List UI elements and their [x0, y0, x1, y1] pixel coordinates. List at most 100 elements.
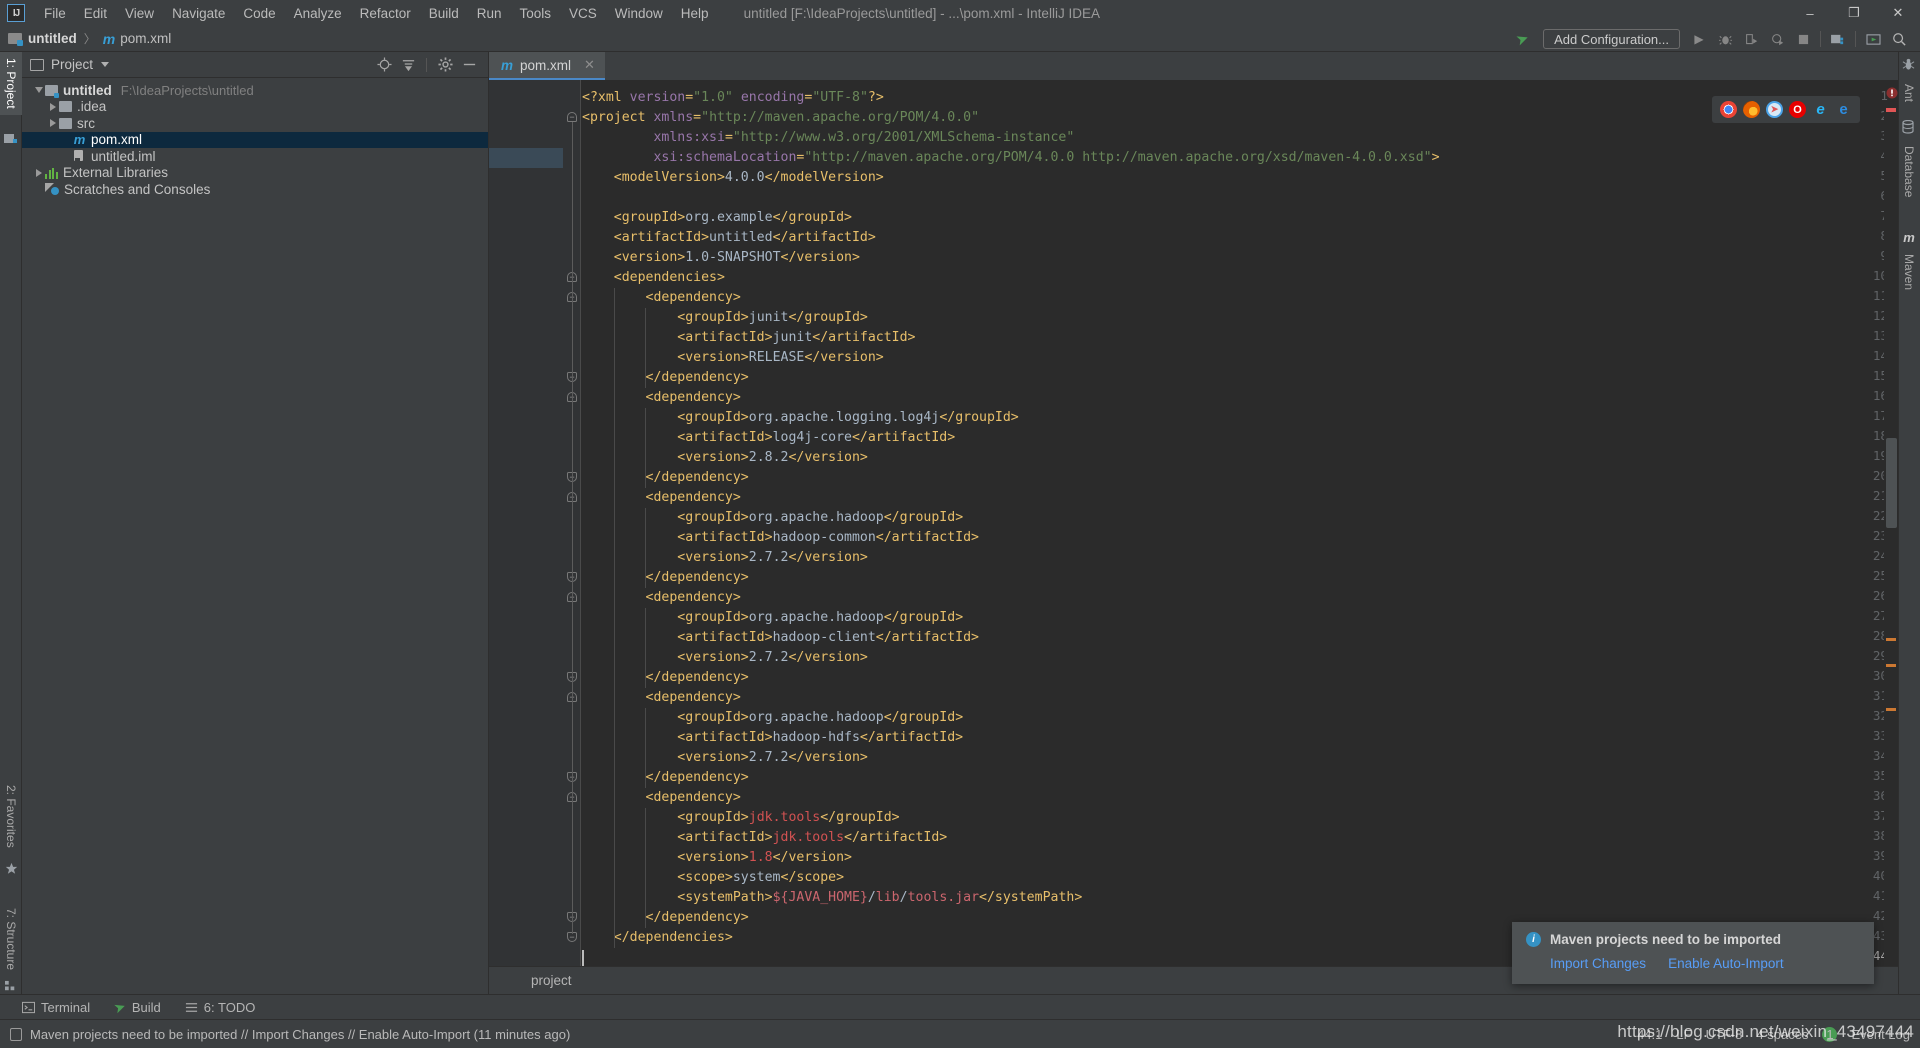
- code-line: <?xml version="1.0" encoding="UTF-8"?>: [582, 88, 884, 108]
- bottom-tab-todo[interactable]: 6: TODO: [173, 998, 268, 1017]
- bottom-tab-terminal[interactable]: Terminal: [10, 998, 102, 1017]
- hide-icon[interactable]: [458, 54, 480, 76]
- firefox-icon[interactable]: [1743, 101, 1760, 118]
- import-changes-link[interactable]: Import Changes: [1550, 956, 1646, 971]
- menu-item-refactor[interactable]: Refactor: [351, 3, 420, 24]
- error-marker-gutter[interactable]: [1884, 108, 1898, 994]
- collapse-all-icon[interactable]: [397, 54, 419, 76]
- fold-connector: [571, 402, 573, 474]
- breadcrumb-file[interactable]: pom.xml: [120, 31, 171, 46]
- window-title: untitled [F:\IdeaProjects\untitled] - ..…: [743, 5, 1100, 21]
- sidebar-tab-project[interactable]: 1: Project: [0, 52, 22, 115]
- fold-collapse-icon[interactable]: −: [567, 112, 577, 122]
- indent-setting[interactable]: 4 spaces: [1756, 1027, 1808, 1042]
- code-editor[interactable]: −−−−−−−−−−−−−−− 123456789101112131415161…: [489, 80, 1898, 994]
- edge-icon[interactable]: e: [1835, 101, 1852, 118]
- menu-item-build[interactable]: Build: [420, 3, 468, 24]
- caret-position[interactable]: 44:1: [1637, 1027, 1662, 1042]
- close-icon[interactable]: ✕: [584, 57, 595, 73]
- sidebar-tab-maven[interactable]: Maven: [1898, 248, 1920, 296]
- minimize-button[interactable]: –: [1788, 0, 1832, 26]
- code-token: log4j-core: [772, 430, 852, 445]
- stop-icon[interactable]: [1790, 28, 1816, 50]
- right-tool-window-bar: Ant Database m Maven: [1898, 52, 1920, 994]
- tree-item[interactable]: src: [22, 115, 488, 132]
- menu-item-help[interactable]: Help: [672, 3, 718, 24]
- menu-item-run[interactable]: Run: [468, 3, 511, 24]
- enable-auto-import-link[interactable]: Enable Auto-Import: [1668, 956, 1784, 971]
- indent-guide: [645, 708, 647, 788]
- error-indicator-icon: [1886, 86, 1898, 99]
- add-configuration-button[interactable]: Add Configuration...: [1543, 29, 1680, 49]
- code-token: "UTF-8": [812, 90, 868, 105]
- menu-item-edit[interactable]: Edit: [75, 3, 116, 24]
- code-token: </artifactId>: [844, 830, 948, 845]
- chrome-icon[interactable]: [1720, 101, 1737, 118]
- menu-item-tools[interactable]: Tools: [511, 3, 561, 24]
- maximize-button[interactable]: ❐: [1832, 0, 1876, 26]
- tree-item[interactable]: untitled.iml: [22, 148, 488, 165]
- sidebar-tab-database[interactable]: Database: [1898, 140, 1920, 203]
- safari-icon[interactable]: ➤: [1766, 101, 1783, 118]
- file-encoding[interactable]: UTF-8: [1706, 1027, 1743, 1042]
- tree-item[interactable]: Scratches and Consoles: [22, 181, 488, 198]
- update-project-icon[interactable]: [1860, 28, 1886, 50]
- run-icon[interactable]: ▶: [1686, 28, 1712, 50]
- sidebar-tab-ant[interactable]: Ant: [1898, 78, 1920, 108]
- warning-marker[interactable]: [1886, 708, 1896, 711]
- sidebar-tab-favorites[interactable]: 2: Favorites: [0, 779, 22, 854]
- editor-tab-pom-xml[interactable]: m pom.xml ✕: [489, 52, 605, 80]
- tree-item[interactable]: External Libraries: [22, 165, 488, 182]
- status-message-group[interactable]: Maven projects need to be imported // Im…: [10, 1027, 570, 1042]
- debug-icon[interactable]: [1712, 28, 1738, 50]
- menu-item-vcs[interactable]: VCS: [560, 3, 606, 24]
- menu-item-navigate[interactable]: Navigate: [163, 3, 234, 24]
- close-button[interactable]: ✕: [1876, 0, 1920, 26]
- breadcrumb-project[interactable]: untitled: [28, 31, 77, 46]
- code-token: </dependency>: [645, 770, 749, 785]
- menu-item-analyze[interactable]: Analyze: [285, 3, 351, 24]
- tree-item[interactable]: .idea: [22, 99, 488, 116]
- build-hammer-icon[interactable]: ➤: [1504, 25, 1539, 52]
- code-line: <dependency>: [582, 588, 741, 608]
- warning-marker[interactable]: [1886, 638, 1896, 641]
- menu-item-view[interactable]: View: [116, 3, 163, 24]
- internet-explorer-icon[interactable]: e: [1812, 101, 1829, 118]
- run-with-coverage-icon[interactable]: [1738, 28, 1764, 50]
- code-token: </dependencies>: [613, 930, 733, 945]
- chevron-right-icon[interactable]: [46, 119, 59, 128]
- chevron-right-icon[interactable]: [32, 168, 45, 177]
- database-icon: [1902, 119, 1916, 134]
- tree-item-selected[interactable]: m pom.xml: [22, 131, 488, 148]
- event-log-button[interactable]: Event Log: [1851, 1027, 1910, 1042]
- breadcrumb-element[interactable]: project: [531, 973, 572, 988]
- chevron-right-icon[interactable]: [46, 102, 59, 111]
- code-token: <version>: [677, 750, 749, 765]
- tree-item[interactable]: untitled F:\IdeaProjects\untitled: [22, 82, 488, 99]
- error-marker[interactable]: [1886, 108, 1896, 112]
- profile-icon[interactable]: [1764, 28, 1790, 50]
- line-separator[interactable]: LF: [1676, 1027, 1691, 1042]
- opera-icon[interactable]: O: [1789, 101, 1806, 118]
- status-bar: Maven projects need to be imported // Im…: [0, 1019, 1920, 1048]
- locate-icon[interactable]: [373, 54, 395, 76]
- menu-item-file[interactable]: File: [35, 3, 75, 24]
- code-token: </groupId>: [883, 610, 964, 625]
- settings-gear-icon[interactable]: [434, 54, 456, 76]
- warning-marker[interactable]: [1886, 664, 1896, 667]
- bottom-tab-build[interactable]: ➤ Build: [102, 997, 173, 1018]
- search-everywhere-icon[interactable]: [1886, 28, 1912, 50]
- chevron-down-icon[interactable]: [101, 62, 110, 67]
- project-structure-icon[interactable]: [1825, 28, 1851, 50]
- menu-item-window[interactable]: Window: [606, 3, 672, 24]
- menu-item-code[interactable]: Code: [234, 3, 284, 24]
- chevron-down-icon[interactable]: [32, 87, 45, 94]
- source-code[interactable]: <?xml version="1.0" encoding="UTF-8"?> <p…: [582, 80, 1898, 967]
- editor-scrollbar-thumb[interactable]: [1886, 438, 1897, 528]
- code-token: version: [629, 90, 686, 105]
- code-token: <groupId>: [677, 710, 749, 725]
- code-line: <scope>system</scope>: [582, 868, 844, 888]
- sidebar-tab-structure[interactable]: 7: Structure: [0, 902, 22, 976]
- code-token: 2.7.2: [748, 750, 789, 765]
- code-line: <version>RELEASE</version>: [582, 348, 883, 368]
